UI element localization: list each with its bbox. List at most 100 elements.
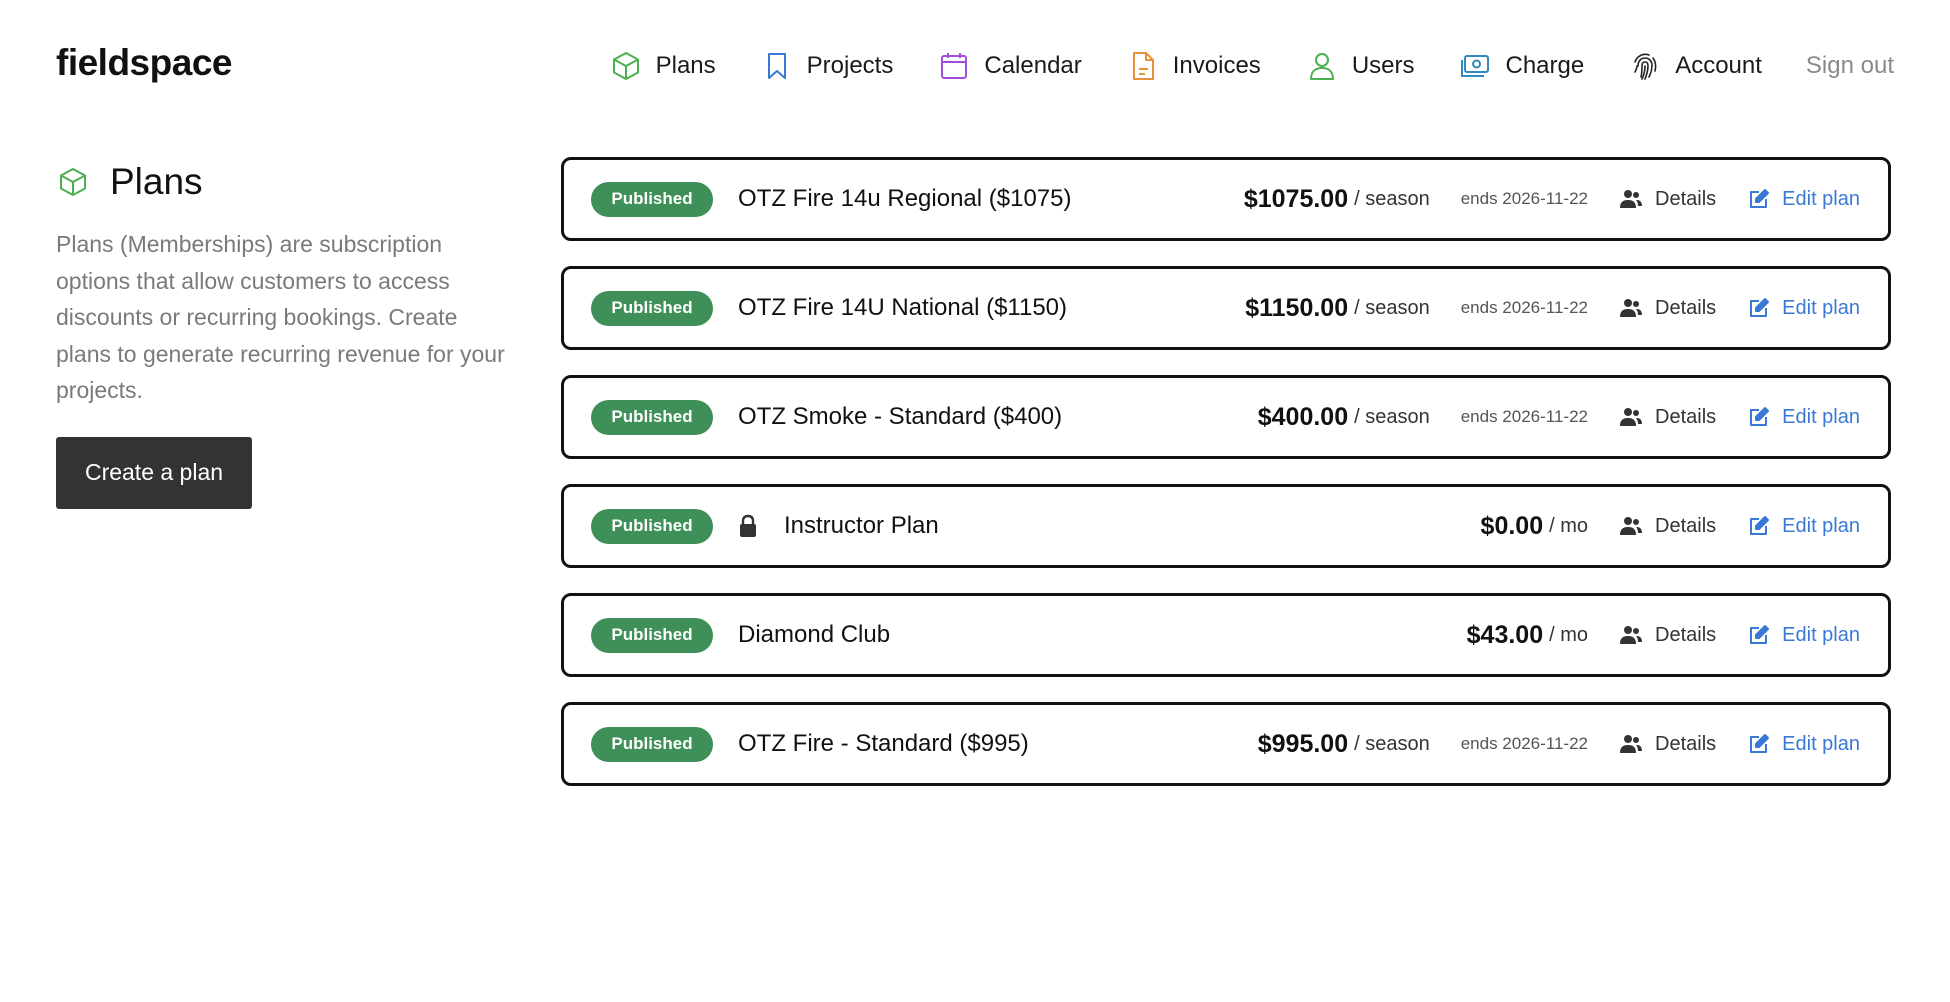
edit-plan-link[interactable]: Edit plan — [1748, 515, 1860, 538]
status-badge: Published — [591, 617, 713, 653]
user-icon — [1305, 49, 1339, 83]
status-badge: Published — [591, 290, 713, 326]
edit-plan-link[interactable]: Edit plan — [1748, 733, 1860, 756]
status-badge: Published — [591, 508, 713, 544]
details-link[interactable]: Details — [1619, 733, 1716, 756]
plan-name: Diamond Club — [738, 621, 891, 648]
details-link[interactable]: Details — [1619, 515, 1716, 538]
plan-period: / season — [1354, 187, 1430, 210]
edit-plan-label: Edit plan — [1782, 405, 1860, 428]
main-nav: Plans Projects Calendar Invoices Users C… — [609, 44, 1894, 88]
nav-item-projects[interactable]: Projects — [760, 49, 894, 83]
lock-icon — [738, 514, 758, 538]
money-icon — [1458, 49, 1492, 83]
plan-name: OTZ Fire - Standard ($995) — [738, 730, 1029, 757]
plan-name: OTZ Smoke - Standard ($400) — [738, 403, 1063, 430]
plan-row: Published Instructor Plan $0.00 / mo Det… — [561, 484, 1891, 568]
edit-icon — [1748, 515, 1770, 537]
nav-item-invoices[interactable]: Invoices — [1126, 49, 1261, 83]
nav-item-users[interactable]: Users — [1305, 49, 1415, 83]
fingerprint-icon — [1628, 49, 1662, 83]
details-label: Details — [1655, 405, 1717, 428]
plan-period: / season — [1354, 732, 1430, 755]
edit-plan-label: Edit plan — [1782, 732, 1860, 755]
plan-row: Published OTZ Smoke - Standard ($400) $4… — [561, 375, 1891, 459]
sidebar: Plans Plans (Memberships) are subscripti… — [56, 160, 506, 509]
nav-label-users: Users — [1351, 52, 1415, 79]
details-link[interactable]: Details — [1619, 188, 1716, 211]
details-label: Details — [1655, 296, 1717, 319]
plan-price: $1150.00 — [1245, 293, 1349, 322]
plan-end-date: ends 2026-11-22 — [1460, 298, 1589, 317]
plan-name: OTZ Fire 14u Regional ($1075) — [738, 185, 1072, 212]
plan-row: Published OTZ Fire 14u Regional ($1075) … — [561, 157, 1891, 241]
plan-end-date: ends 2026-11-22 — [1460, 407, 1589, 426]
users-icon — [1619, 407, 1643, 427]
edit-plan-link[interactable]: Edit plan — [1748, 188, 1860, 211]
create-plan-button[interactable]: Create a plan — [56, 436, 252, 509]
cube-icon — [609, 49, 643, 83]
sign-out-link[interactable]: Sign out — [1806, 52, 1894, 80]
plan-name: OTZ Fire 14U National ($1150) — [738, 294, 1068, 321]
details-label: Details — [1655, 514, 1717, 537]
plan-row: Published OTZ Fire 14U National ($1150) … — [561, 266, 1891, 350]
edit-plan-link[interactable]: Edit plan — [1748, 406, 1860, 429]
plan-price: $995.00 — [1257, 729, 1349, 758]
plan-period: / season — [1354, 296, 1430, 319]
users-icon — [1619, 625, 1643, 645]
users-icon — [1619, 516, 1643, 536]
plan-price: $0.00 — [1480, 511, 1544, 540]
header: fieldspace Plans Projects Calendar Invoi… — [0, 0, 1950, 130]
calendar-icon — [937, 49, 971, 83]
plan-name: Instructor Plan — [784, 512, 939, 539]
nav-item-account[interactable]: Account — [1628, 49, 1762, 83]
plan-period: / mo — [1549, 623, 1589, 646]
plan-period: / season — [1354, 405, 1430, 428]
edit-plan-link[interactable]: Edit plan — [1748, 297, 1860, 320]
edit-icon — [1748, 624, 1770, 646]
edit-plan-label: Edit plan — [1782, 296, 1860, 319]
status-badge: Published — [591, 181, 713, 217]
document-icon — [1126, 49, 1160, 83]
users-icon — [1619, 734, 1643, 754]
plan-price: $1075.00 — [1243, 184, 1349, 213]
plan-price: $400.00 — [1257, 402, 1349, 431]
edit-icon — [1748, 406, 1770, 428]
nav-label-charge: Charge — [1505, 52, 1585, 79]
bookmark-icon — [760, 49, 794, 83]
plan-period: / mo — [1549, 514, 1589, 537]
plan-end-date: ends 2026-11-22 — [1460, 734, 1589, 753]
plan-row: Published Diamond Club $43.00 / mo Detai… — [561, 593, 1891, 677]
details-link[interactable]: Details — [1619, 624, 1716, 647]
edit-icon — [1748, 733, 1770, 755]
edit-plan-label: Edit plan — [1782, 187, 1860, 210]
nav-item-calendar[interactable]: Calendar — [937, 49, 1082, 83]
plan-row: Published OTZ Fire - Standard ($995) $99… — [561, 702, 1891, 786]
page-title: Plans — [56, 160, 506, 204]
plan-end-date: ends 2026-11-22 — [1460, 189, 1589, 208]
details-link[interactable]: Details — [1619, 406, 1716, 429]
details-label: Details — [1655, 187, 1717, 210]
nav-label-account: Account — [1675, 52, 1762, 79]
plan-list: Published OTZ Fire 14u Regional ($1075) … — [561, 157, 1891, 811]
details-label: Details — [1655, 732, 1717, 755]
details-link[interactable]: Details — [1619, 297, 1716, 320]
nav-item-plans[interactable]: Plans — [609, 49, 716, 83]
edit-icon — [1748, 188, 1770, 210]
nav-label-calendar: Calendar — [984, 52, 1082, 79]
page-description: Plans (Memberships) are subscription opt… — [56, 231, 505, 403]
nav-label-invoices: Invoices — [1172, 52, 1261, 79]
cube-icon — [56, 165, 90, 199]
edit-plan-label: Edit plan — [1782, 514, 1860, 537]
fieldspace-logo[interactable]: fieldspace — [56, 42, 232, 84]
nav-label-projects: Projects — [806, 52, 894, 79]
nav-label-plans: Plans — [655, 52, 716, 79]
status-badge: Published — [591, 399, 713, 435]
edit-plan-link[interactable]: Edit plan — [1748, 624, 1860, 647]
details-label: Details — [1655, 623, 1717, 646]
edit-plan-label: Edit plan — [1782, 623, 1860, 646]
users-icon — [1619, 298, 1643, 318]
users-icon — [1619, 189, 1643, 209]
nav-item-charge[interactable]: Charge — [1458, 49, 1584, 83]
status-badge: Published — [591, 726, 713, 762]
